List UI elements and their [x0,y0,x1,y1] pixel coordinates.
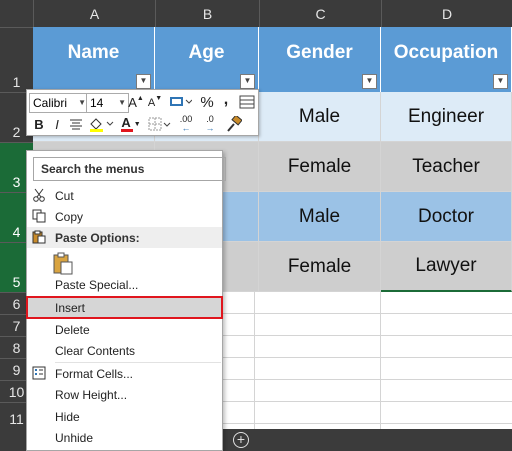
format-painter-button[interactable] [225,115,243,133]
menu-item-format-cells[interactable]: Format Cells... [27,363,222,384]
table-header-label: Age [188,41,225,63]
format-cells-icon [31,365,47,381]
borders-icon [148,117,171,131]
align-center-icon [70,119,82,130]
search-menus-input[interactable]: Search the menus [33,157,226,181]
menu-header-paste-options: Paste Options: [27,227,222,248]
shrink-font-icon: A [147,96,156,109]
menu-item-label: Unhide [55,430,94,445]
filter-dropdown-icon[interactable]: ▼ [136,74,151,89]
menu-item-label: Copy [55,209,84,224]
menu-item-paste-special[interactable]: Paste Special... [27,274,222,295]
format-painter-icon [227,116,242,132]
table-cell[interactable]: Lawyer [381,242,512,292]
chevron-down-icon: ▼ [118,98,126,107]
grow-font-icon: A [128,95,137,110]
table-header-label: Gender [286,41,353,63]
font-color-icon: A [121,114,131,130]
menu-item-label: Row Height... [55,387,128,402]
menu-item-unhide[interactable]: Unhide [27,427,222,448]
menu-item-label: Clear Contents [55,343,136,358]
table-header-cell[interactable]: Occupation ▼ [381,27,512,92]
italic-button[interactable]: I [49,115,65,133]
table-cell[interactable]: Male [259,92,381,142]
menu-item-delete[interactable]: Delete [27,319,222,340]
copy-icon [31,208,47,224]
table-header-label: Name [67,41,120,63]
table-cell[interactable]: Female [259,242,381,292]
scissors-icon [31,187,47,203]
menu-item-label: Cut [55,188,74,203]
align-center-button[interactable] [67,115,85,133]
table-header-label: Occupation [393,41,499,63]
font-name-value: Calibri [33,96,68,110]
menu-item-label: Hide [55,409,80,424]
font-size-select[interactable]: 14 ▼ [86,93,129,113]
menu-item-hide[interactable]: Hide [27,406,222,427]
shrink-font-button[interactable]: A ▼ [147,94,163,111]
table-header-cell[interactable]: Age ▼ [155,27,259,92]
table-header-cell[interactable]: Name ▼ [33,27,155,92]
add-sheet-button[interactable]: + [233,432,249,448]
menu-item-label: Delete [55,322,90,337]
column-header-b[interactable]: B [155,0,259,27]
menu-item-label: Paste Options: [55,230,140,245]
accounting-format-icon [170,97,192,106]
decrease-decimal-button[interactable]: .0 → [199,114,221,134]
chevron-down-icon: ▼ [78,98,86,107]
increase-decimal-button[interactable]: .00 ← [175,114,197,134]
context-menu: Search the menus Cut Copy Paste Options:… [26,150,226,451]
menu-item-clear-contents[interactable]: Clear Contents [27,340,222,361]
menu-item-label: Format Cells... [55,366,134,381]
grow-font-button[interactable]: A ▲ [128,94,144,111]
font-name-select[interactable]: Calibri ▼ [29,93,89,113]
column-header-c[interactable]: C [259,0,381,27]
filter-dropdown-icon[interactable]: ▼ [493,74,508,89]
table-cell[interactable]: Teacher [381,142,512,192]
mini-toolbar: Calibri ▼ 14 ▼ A ▲ A ▼ % , B I A ▼ .00 ←… [26,89,259,136]
bold-button[interactable]: B [31,115,47,133]
filter-dropdown-icon[interactable]: ▼ [240,74,255,89]
menu-item-copy[interactable]: Copy [27,206,222,227]
column-header-d[interactable]: D [381,0,512,27]
row-header-1[interactable]: 1 [0,27,33,92]
borders-button[interactable] [147,115,171,133]
format-painter-grid-button[interactable] [237,93,256,111]
column-header-a[interactable]: A [33,0,155,27]
menu-item-insert[interactable]: Insert [26,296,223,319]
accounting-format-button[interactable] [167,93,193,111]
font-color-button[interactable]: A ▼ [118,115,144,133]
comma-style-button[interactable]: , [219,91,233,109]
fill-color-icon [90,118,114,132]
menu-item-label: Insert [55,300,86,315]
font-size-value: 14 [90,96,104,110]
fill-color-button[interactable] [88,115,114,133]
table-cell[interactable]: Doctor [381,192,512,242]
menu-item-row-height[interactable]: Row Height... [27,384,222,405]
table-header-cell[interactable]: Gender ▼ [259,27,381,92]
filter-dropdown-icon[interactable]: ▼ [362,74,377,89]
paste-icon [31,229,47,245]
menu-item-cut[interactable]: Cut [27,185,222,206]
select-all-corner[interactable] [0,0,33,27]
paste-clipboard-icon [51,252,75,276]
table-format-icon [239,95,254,109]
percent-style-button[interactable]: % [199,93,215,111]
table-cell[interactable]: Engineer [381,92,512,142]
table-cell[interactable]: Female [259,142,381,192]
menu-item-label: Paste Special... [55,277,139,292]
table-cell[interactable]: Male [259,192,381,242]
